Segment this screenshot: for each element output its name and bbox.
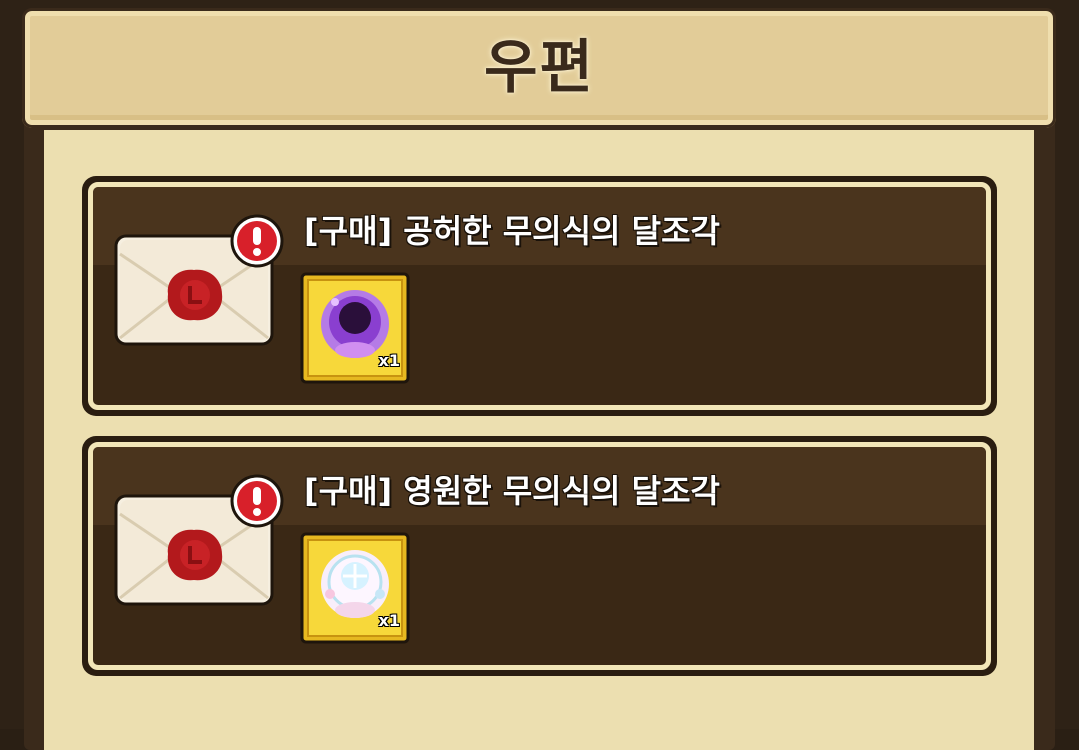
item-quantity: x1 xyxy=(378,611,400,630)
mail-item[interactable]: [구매] 영원한 무의식의 달조각 x1 xyxy=(82,436,997,676)
reward-item-slot[interactable]: x1 xyxy=(300,272,410,384)
item-quantity: x1 xyxy=(378,351,400,370)
alert-badge-icon xyxy=(230,214,284,268)
mail-title: [구매] 공허한 무의식의 달조각 xyxy=(304,212,720,250)
mail-item[interactable]: [구매] 공허한 무의식의 달조각 x1 xyxy=(82,176,997,416)
mail-title: [구매] 영원한 무의식의 달조각 xyxy=(304,472,720,510)
page-title: 우편 xyxy=(484,33,595,101)
reward-item-slot[interactable]: x1 xyxy=(300,532,410,644)
alert-badge-icon xyxy=(230,474,284,528)
